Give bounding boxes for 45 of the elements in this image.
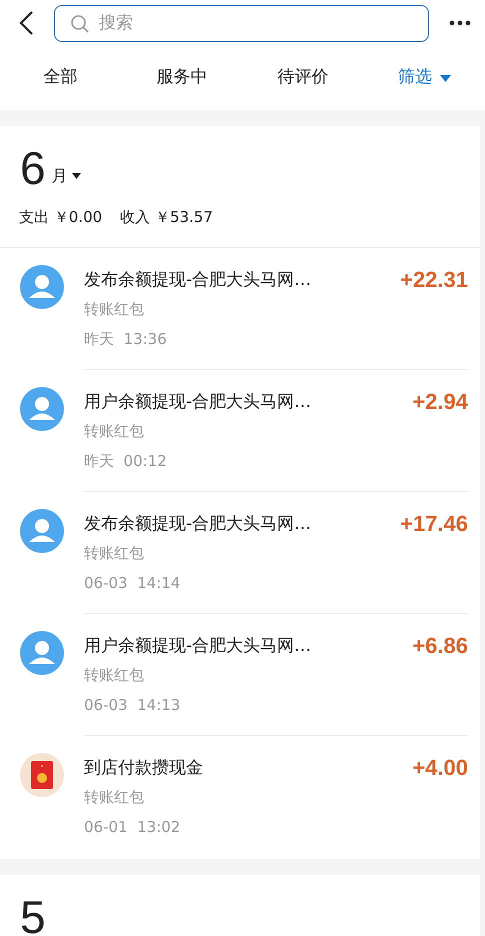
avatar-icon bbox=[20, 630, 64, 674]
envelope-icon bbox=[20, 752, 64, 796]
record-type: 转账红包 bbox=[84, 298, 145, 318]
avatar-icon bbox=[20, 264, 64, 308]
record-time: 昨天 00:12 bbox=[84, 450, 168, 470]
record-time: 06-01 13:02 bbox=[84, 816, 182, 836]
record-time: 昨天 13:36 bbox=[84, 328, 168, 348]
caret-icon bbox=[440, 74, 451, 82]
record-amount: +2.94 bbox=[412, 388, 468, 416]
record-amount: +4.00 bbox=[412, 754, 468, 782]
month-selector[interactable]: 月 bbox=[52, 164, 81, 188]
avatar-icon bbox=[20, 386, 64, 430]
record-row[interactable]: 发布余额提现-合肥大头马网… +17.46 转账红包 06-03 14:14 bbox=[0, 492, 480, 614]
record-title: 发布余额提现-合肥大头马网… bbox=[84, 268, 312, 292]
record-row[interactable]: 到店付款攒现金 +4.00 转账红包 06-01 13:02 bbox=[0, 736, 480, 856]
record-row[interactable]: 用户余额提现-合肥大头马网… +6.86 转账红包 06-03 14:13 bbox=[0, 614, 480, 736]
back-icon[interactable] bbox=[18, 10, 34, 36]
record-row[interactable]: 用户余额提现-合肥大头马网… +2.94 转账红包 昨天 00:12 bbox=[0, 370, 480, 492]
record-type: 转账红包 bbox=[84, 664, 145, 684]
month-number[interactable]: 5 bbox=[20, 888, 46, 936]
record-title: 发布余额提现-合肥大头马网… bbox=[84, 512, 312, 536]
tab[interactable]: 待评价 bbox=[278, 65, 329, 91]
avatar-icon bbox=[20, 508, 64, 552]
record-title: 用户余额提现-合肥大头马网… bbox=[84, 634, 312, 658]
record-title: 用户余额提现-合肥大头马网… bbox=[84, 390, 312, 414]
record-amount: +17.46 bbox=[400, 510, 468, 538]
record-type: 转账红包 bbox=[84, 420, 145, 440]
record-amount: +6.86 bbox=[412, 632, 468, 660]
search-field[interactable]: 搜索 bbox=[54, 4, 429, 42]
tab[interactable]: 全部 bbox=[44, 65, 78, 91]
record-type: 转账红包 bbox=[84, 542, 145, 562]
record-time: 06-03 14:13 bbox=[84, 694, 182, 714]
record-title: 到店付款攒现金 bbox=[84, 756, 203, 780]
record-amount: +22.31 bbox=[400, 266, 468, 294]
expense-total: 支出 ￥0.00 bbox=[19, 207, 102, 228]
more-icon[interactable] bbox=[449, 20, 471, 26]
record-row[interactable]: 发布余额提现-合肥大头马网… +22.31 转账红包 昨天 13:36 bbox=[0, 248, 480, 370]
record-type: 转账红包 bbox=[84, 786, 145, 806]
search-icon bbox=[70, 14, 90, 34]
income-total: 收入 ￥53.57 bbox=[120, 207, 213, 228]
month-number[interactable]: 6 bbox=[20, 140, 46, 196]
filter-button[interactable]: 筛选 bbox=[364, 65, 485, 91]
tab[interactable]: 服务中 bbox=[156, 65, 208, 91]
record-time: 06-03 14:14 bbox=[84, 572, 182, 592]
caret-icon bbox=[72, 173, 81, 179]
